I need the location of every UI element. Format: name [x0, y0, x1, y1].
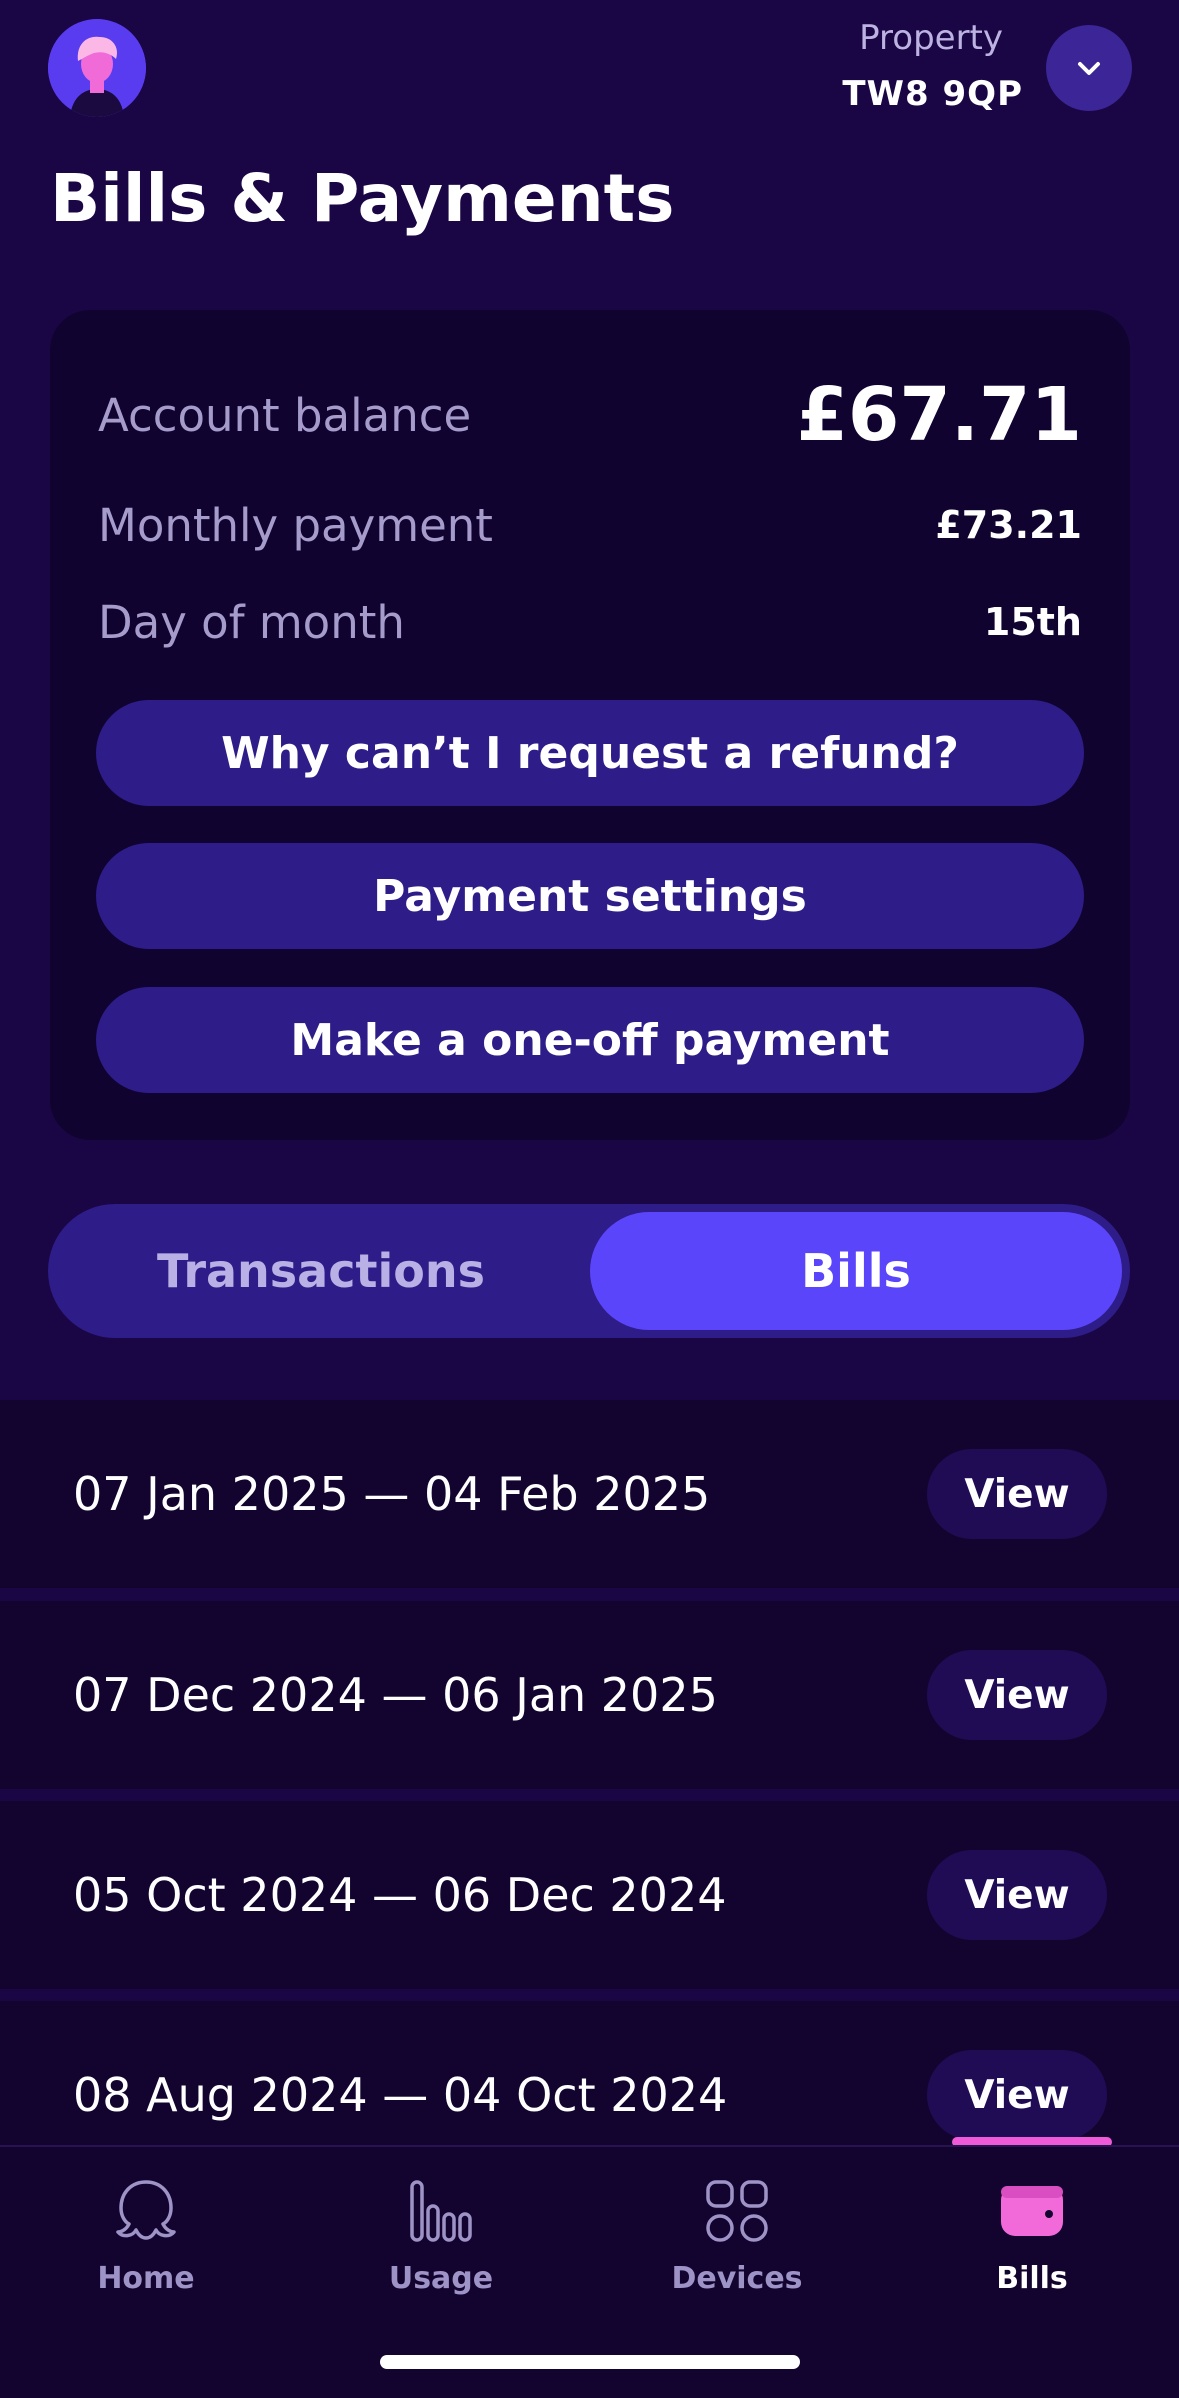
octopus-icon: [116, 2180, 176, 2240]
one-off-payment-button[interactable]: Make a one-off payment: [96, 987, 1084, 1093]
home-indicator: [380, 2355, 800, 2369]
nav-item-devices[interactable]: Devices: [637, 2171, 837, 2296]
page-title: Bills & Payments: [50, 160, 675, 237]
account-balance-label: Account balance: [98, 388, 472, 442]
bill-period: 07 Dec 2024 — 06 Jan 2025: [73, 1668, 718, 1722]
avatar-icon: [48, 19, 146, 117]
view-bill-button[interactable]: View: [927, 1850, 1107, 1940]
monthly-payment-label: Monthly payment: [98, 498, 493, 552]
chevron-down-icon: [1078, 62, 1100, 75]
bar-chart-icon: [410, 2180, 472, 2242]
tab-transactions[interactable]: Transactions: [56, 1212, 586, 1330]
bill-period: 05 Oct 2024 — 06 Dec 2024: [73, 1868, 727, 1922]
bill-row[interactable]: 07 Dec 2024 — 06 Jan 2025 View: [0, 1601, 1179, 1789]
monthly-payment-row: Monthly payment £73.21: [98, 475, 1082, 575]
nav-label-devices: Devices: [671, 2261, 803, 2296]
bill-row[interactable]: 05 Oct 2024 — 06 Dec 2024 View: [0, 1801, 1179, 1989]
nav-label-usage: Usage: [388, 2261, 494, 2296]
balance-card: Account balance £67.71 Monthly payment £…: [50, 310, 1130, 1140]
view-bill-button[interactable]: View: [927, 1449, 1107, 1539]
property-postcode[interactable]: TW8 9QP: [842, 74, 1023, 114]
nav-label-bills: Bills: [996, 2261, 1068, 2296]
account-balance-row: Account balance £67.71: [98, 360, 1082, 470]
day-of-month-label: Day of month: [98, 595, 405, 649]
nav-item-bills[interactable]: Bills: [932, 2171, 1132, 2296]
account-balance-value: £67.71: [796, 372, 1082, 458]
monthly-payment-value: £73.21: [935, 503, 1082, 547]
nav-item-usage[interactable]: Usage: [341, 2171, 541, 2296]
bill-period: 07 Jan 2025 — 04 Feb 2025: [73, 1467, 711, 1521]
payment-settings-button[interactable]: Payment settings: [96, 843, 1084, 949]
view-bill-button[interactable]: View: [927, 1650, 1107, 1740]
tab-bills[interactable]: Bills: [590, 1212, 1122, 1330]
devices-grid-icon: [706, 2180, 768, 2242]
wallet-icon: [1001, 2186, 1063, 2236]
day-of-month-row: Day of month 15th: [98, 572, 1082, 672]
avatar[interactable]: [48, 19, 146, 117]
view-bill-button[interactable]: View: [927, 2050, 1107, 2140]
nav-item-home[interactable]: Home: [46, 2171, 246, 2296]
property-dropdown-button[interactable]: [1046, 25, 1132, 111]
nav-label-home: Home: [97, 2261, 195, 2296]
transactions-bills-toggle: Transactions Bills: [48, 1204, 1130, 1338]
property-label: Property: [859, 18, 1003, 58]
day-of-month-value: 15th: [983, 600, 1082, 644]
refund-info-button[interactable]: Why can’t I request a refund?: [96, 700, 1084, 806]
bill-row[interactable]: 07 Jan 2025 — 04 Feb 2025 View: [0, 1400, 1179, 1588]
